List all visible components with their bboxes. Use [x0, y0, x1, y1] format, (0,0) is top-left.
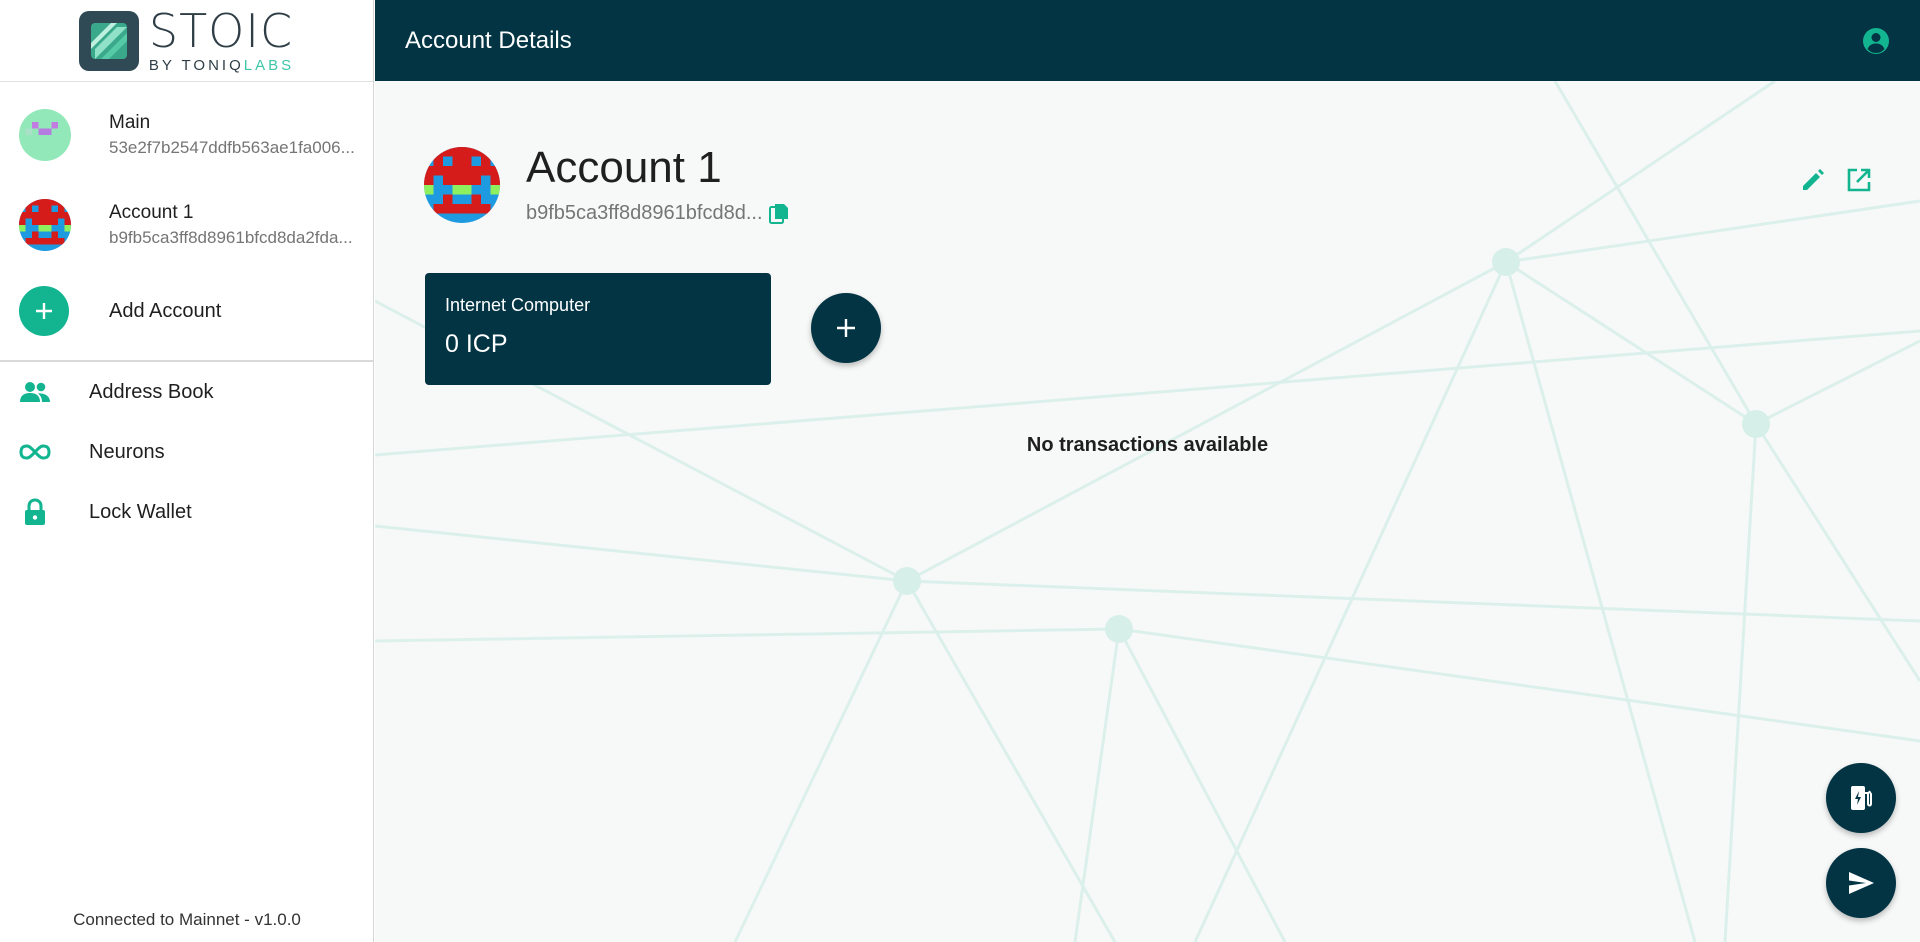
logo: STOIC BY TONIQLABS: [0, 0, 373, 82]
open-external-icon[interactable]: [1846, 167, 1872, 193]
account-item-main[interactable]: Main 53e2f7b2547ddfb563ae1fa006...: [0, 90, 373, 180]
account-header: Account 1 b9fb5ca3ff8d8961bfcd8d...: [424, 143, 789, 225]
main-content: Account 1 b9fb5ca3ff8d8961bfcd8d... Inte…: [375, 81, 1920, 942]
app-header: Account Details: [375, 0, 1920, 81]
token-card[interactable]: Internet Computer 0 ICP: [425, 273, 771, 385]
add-token-button[interactable]: [811, 293, 881, 363]
send-button[interactable]: [1826, 848, 1896, 918]
account-item-account-1[interactable]: Account 1 b9fb5ca3ff8d8961bfcd8da2fda...: [0, 180, 373, 270]
sidebar-item-label: Address Book: [89, 380, 214, 403]
plus-icon: [837, 319, 855, 337]
add-account-button[interactable]: Add Account: [0, 270, 373, 352]
edit-icon[interactable]: [1800, 167, 1826, 193]
infinity-icon: [19, 436, 51, 468]
account-circle-icon[interactable]: [1862, 27, 1890, 55]
ev-station-icon: [1851, 786, 1872, 810]
page-title: Account Details: [405, 26, 572, 54]
account-address: 53e2f7b2547ddfb563ae1fa006...: [109, 138, 355, 157]
empty-transactions-message: No transactions available: [1026, 434, 1269, 456]
topup-button[interactable]: [1826, 763, 1896, 833]
account-avatar: [424, 146, 500, 223]
account-title: Account 1: [526, 143, 722, 192]
sidebar-item-label: Neurons: [89, 440, 165, 463]
account-address: b9fb5ca3ff8d8961bfcd8da2fda...: [109, 228, 353, 247]
account-name: Account 1: [109, 202, 194, 223]
add-account-label: Add Account: [109, 299, 222, 322]
token-balance: 0 ICP: [445, 330, 508, 358]
account-list: Main 53e2f7b2547ddfb563ae1fa006... Accou…: [0, 82, 373, 352]
plus-icon: [19, 286, 69, 336]
account-name: Main: [109, 112, 151, 133]
sidebar-item-label: Lock Wallet: [89, 500, 192, 523]
sidebar-item-neurons[interactable]: Neurons: [0, 422, 373, 482]
avatar-main: [19, 109, 71, 161]
avatar-account-1: [19, 199, 71, 251]
account-address: b9fb5ca3ff8d8961bfcd8d...: [526, 202, 763, 225]
stoic-logo-icon: [78, 10, 139, 71]
copy-icon[interactable]: [768, 203, 789, 225]
sidebar-item-lock-wallet[interactable]: Lock Wallet: [0, 482, 373, 542]
sidebar-item-address-book[interactable]: Address Book: [0, 362, 373, 422]
token-name: Internet Computer: [445, 295, 591, 315]
logo-sub: BY TONIQLABS: [148, 57, 295, 74]
account-actions: [1800, 167, 1872, 193]
logo-word: STOIC: [148, 4, 294, 58]
send-icon: [1849, 872, 1874, 894]
sidebar: STOIC BY TONIQLABS Main 53e2f7b2547ddfb5…: [0, 0, 374, 942]
people-icon: [19, 376, 51, 408]
lock-icon: [19, 496, 51, 528]
connection-status: Connected to Mainnet - v1.0.0: [73, 910, 301, 929]
